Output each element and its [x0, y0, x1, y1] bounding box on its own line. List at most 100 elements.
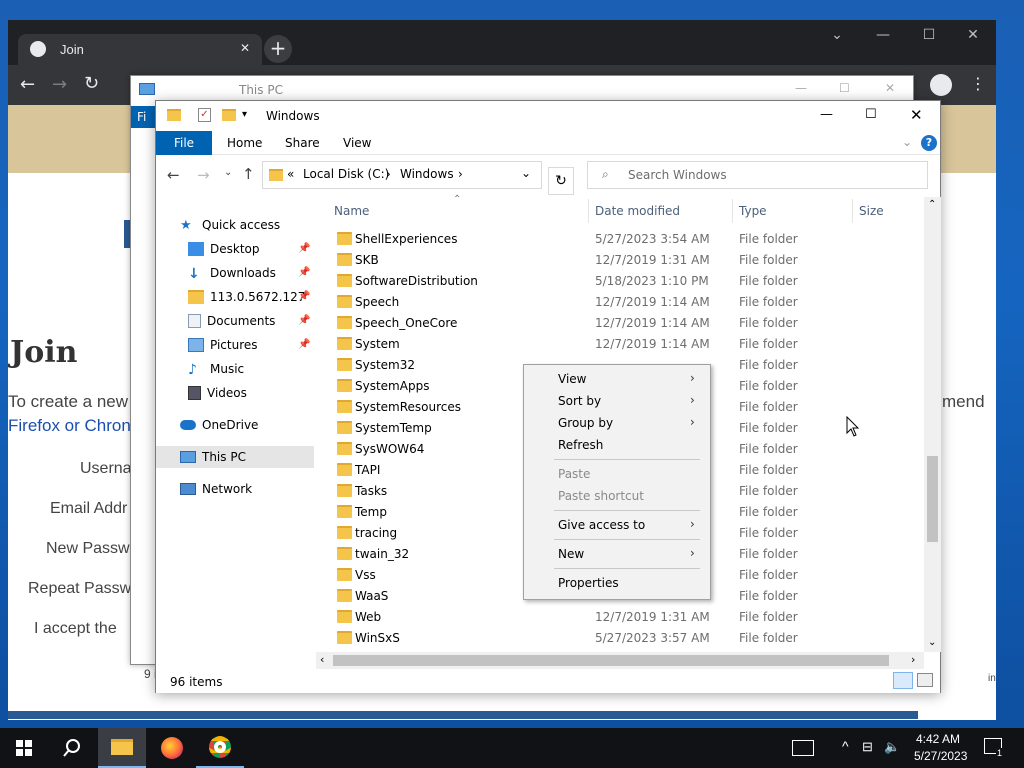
back-arrow-icon[interactable]: ← [20, 74, 35, 95]
column-header-size[interactable]: Size [859, 204, 884, 218]
forward-arrow-icon[interactable]: → [197, 166, 210, 184]
scrollbar-thumb[interactable] [927, 456, 938, 542]
up-arrow-icon[interactable]: ↑ [242, 165, 255, 183]
address-overflow[interactable]: « [287, 167, 294, 181]
table-row[interactable]: ShellExperiences 5/27/2023 3:54 AM File fo… [321, 229, 921, 250]
bg-minimize-button[interactable]: — [795, 81, 807, 95]
nav-documents[interactable]: Documents 📌 [156, 310, 314, 332]
back-arrow-icon[interactable]: ← [167, 166, 180, 184]
table-row[interactable]: Speech 12/7/2019 1:14 AM File folder [321, 292, 921, 313]
nav-quick-access[interactable]: ★ Quick access [156, 214, 314, 236]
menu-item-refresh[interactable]: Refresh [524, 434, 710, 456]
chevron-right-icon[interactable]: › [386, 167, 391, 181]
clock-date[interactable]: 5/27/2023 [914, 749, 967, 763]
column-divider[interactable] [852, 199, 853, 223]
properties-icon[interactable]: ✓ [198, 108, 211, 122]
taskbar-firefox[interactable] [148, 728, 196, 768]
scrollbar-thumb[interactable] [333, 655, 889, 666]
browser-minimize-button[interactable]: — [860, 20, 906, 50]
column-divider[interactable] [732, 199, 733, 223]
menu-item-sort-by[interactable]: Sort by › [524, 390, 710, 412]
tab-share[interactable]: Share [285, 136, 320, 150]
reload-icon[interactable]: ↻ [84, 73, 99, 94]
browser-link[interactable]: Firefox or Chron [8, 416, 131, 436]
help-icon[interactable]: ? [921, 135, 937, 151]
search-button[interactable] [48, 728, 96, 768]
speaker-muted-icon[interactable]: 🔈 [884, 739, 900, 755]
profile-avatar-icon[interactable] [930, 74, 952, 96]
column-header-type[interactable]: Type [739, 204, 767, 218]
menu-item-new[interactable]: New › [524, 543, 710, 565]
column-divider[interactable] [588, 199, 589, 223]
chevron-down-icon[interactable]: ⌄ [902, 135, 912, 149]
menu-item-view[interactable]: View › [524, 368, 710, 390]
minimize-button[interactable]: — [820, 107, 833, 122]
scroll-up-icon[interactable]: ⌃ [928, 199, 936, 210]
tab-search-button[interactable]: ⌄ [814, 20, 860, 50]
table-row[interactable]: Speech_OneCore 12/7/2019 1:14 AM File fold… [321, 313, 921, 334]
table-row[interactable]: SKB 12/7/2019 1:31 AM File folder [321, 250, 921, 271]
address-dropdown-icon[interactable]: ⌄ [521, 166, 531, 180]
new-folder-icon[interactable] [222, 109, 236, 121]
nav-pictures[interactable]: Pictures 📌 [156, 334, 314, 356]
nav-this-pc[interactable]: This PC [156, 446, 314, 468]
table-row[interactable]: SoftwareDistribution 5/18/2023 1:10 PM Fil… [321, 271, 921, 292]
nav-videos[interactable]: Videos [156, 382, 314, 404]
new-tab-button[interactable]: + [264, 35, 292, 63]
address-segment-local-disk[interactable]: Local Disk (C:) [303, 167, 389, 181]
menu-item-properties[interactable]: Properties [524, 572, 710, 594]
pin-icon[interactable]: 📌 [298, 243, 310, 254]
column-header-name[interactable]: Name [334, 204, 369, 218]
column-header-date[interactable]: Date modified [595, 204, 680, 218]
address-segment-windows[interactable]: Windows [400, 167, 454, 181]
nav-desktop[interactable]: Desktop 📌 [156, 238, 314, 260]
bg-close-button[interactable]: ✕ [885, 81, 895, 95]
nav-onedrive[interactable]: OneDrive [156, 414, 314, 436]
explorer-title-bar[interactable]: ✓ ▾ Windows — ☐ ✕ [156, 101, 940, 131]
pin-icon[interactable]: 📌 [298, 339, 310, 350]
show-hidden-icons-chevron-icon[interactable]: ^ [842, 738, 849, 754]
forward-arrow-icon[interactable]: → [52, 74, 67, 95]
scroll-left-icon[interactable]: ‹ [320, 653, 324, 666]
news-widget-icon[interactable] [792, 740, 814, 756]
recent-locations-chevron-icon[interactable]: ⌄ [224, 167, 232, 178]
bg-file-tab[interactable]: Fi [131, 106, 157, 128]
tab-home[interactable]: Home [227, 136, 262, 150]
large-icons-view-icon[interactable] [917, 673, 933, 687]
menu-item-paste-shortcut[interactable]: Paste shortcut [524, 485, 710, 507]
search-input[interactable]: ⌕ Search Windows [587, 161, 928, 189]
browser-close-button[interactable]: ✕ [950, 20, 996, 50]
pin-icon[interactable]: 📌 [298, 267, 310, 278]
close-button[interactable]: ✕ [910, 106, 923, 124]
scroll-right-icon[interactable]: › [911, 653, 915, 666]
chrome-menu-icon[interactable]: ⋮ [970, 74, 986, 93]
horizontal-scrollbar[interactable]: ‹ › [316, 652, 924, 669]
tab-view[interactable]: View [343, 136, 371, 150]
tab-file[interactable]: File [156, 131, 212, 155]
scroll-down-icon[interactable]: ⌄ [928, 637, 936, 648]
browser-maximize-button[interactable]: ☐ [906, 20, 952, 50]
menu-item-paste[interactable]: Paste [524, 463, 710, 485]
refresh-icon[interactable]: ↻ [548, 167, 574, 195]
chevron-right-icon[interactable]: › [458, 167, 463, 181]
nav-music[interactable]: ♪ Music [156, 358, 314, 380]
pin-icon[interactable]: 📌 [298, 291, 310, 302]
quick-access-dropdown-icon[interactable]: ▾ [242, 109, 247, 120]
menu-item-give-access[interactable]: Give access to › [524, 514, 710, 536]
table-row[interactable]: WinSxS 5/27/2023 3:57 AM File folder [321, 628, 921, 649]
details-view-icon[interactable] [893, 672, 913, 689]
taskbar-chrome[interactable] [196, 728, 244, 768]
nav-network[interactable]: Network [156, 478, 314, 500]
pin-icon[interactable]: 📌 [298, 315, 310, 326]
nav-downloads[interactable]: ↓ Downloads 📌 [156, 262, 314, 284]
table-row[interactable]: Web 12/7/2019 1:31 AM File folder [321, 607, 921, 628]
nav-folder-113[interactable]: 113.0.5672.127 📌 [156, 286, 314, 308]
maximize-button[interactable]: ☐ [865, 107, 877, 122]
network-icon[interactable]: ⊟ [862, 739, 873, 755]
tab-close-icon[interactable]: ✕ [240, 41, 250, 55]
taskbar-file-explorer[interactable] [98, 728, 146, 768]
table-row[interactable]: System 12/7/2019 1:14 AM File folder [321, 334, 921, 355]
address-bar[interactable]: « Local Disk (C:) › Windows › ⌄ [262, 161, 542, 189]
menu-item-group-by[interactable]: Group by › [524, 412, 710, 434]
start-button[interactable] [0, 728, 48, 768]
